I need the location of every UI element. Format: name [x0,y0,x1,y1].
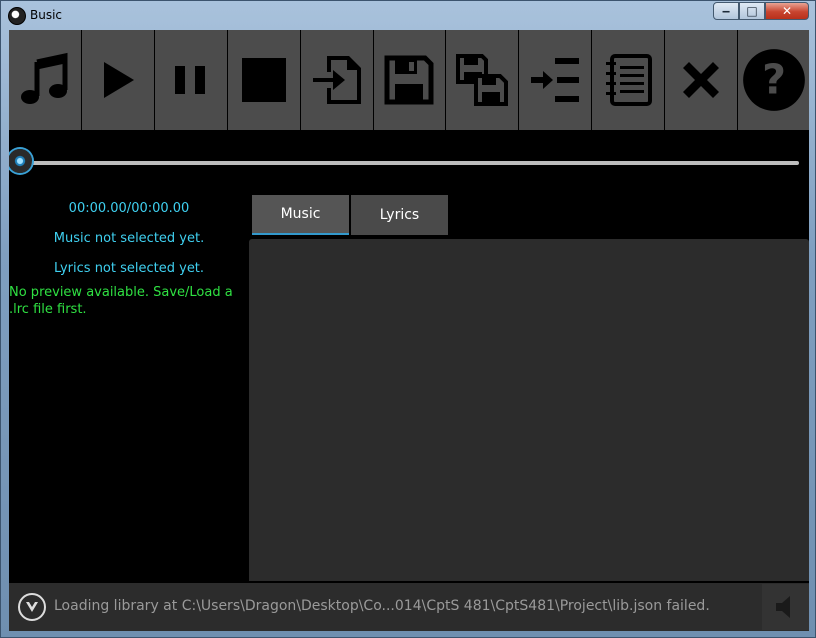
play-button[interactable] [81,30,154,130]
seek-knob[interactable] [9,149,32,173]
seek-bar[interactable] [19,161,799,165]
lyrics-editor-button[interactable] [592,30,665,130]
save-as-button[interactable] [446,30,519,130]
music-status: Music not selected yet. [53,231,205,246]
save-icon [384,55,434,105]
save-button[interactable] [373,30,446,130]
app-logo-icon[interactable] [8,7,26,25]
pause-button[interactable] [154,30,227,130]
time-display: 00:00.00/00:00.00 [68,201,190,216]
minimize-button[interactable]: ‒ [713,2,739,20]
insert-line-icon [531,58,580,102]
pause-icon [174,66,205,94]
svg-text:?: ? [762,56,786,104]
toolbar: ? [9,30,809,130]
close-icon [683,62,720,98]
save-as-icon [456,54,509,106]
load-button[interactable] [300,30,373,130]
tab-bar: Music Lyrics [252,195,450,235]
delete-button[interactable] [665,30,738,130]
window-title: Busic [30,8,63,22]
play-icon [103,62,134,98]
stop-icon [241,58,286,102]
open-music-button[interactable] [9,30,81,130]
import-file-icon [312,56,361,104]
window-controls: ‒ □ ✕ [713,2,809,22]
help-button[interactable]: ? [738,30,809,130]
maximize-button[interactable]: □ [739,2,765,20]
tab-content[interactable] [249,239,809,581]
close-window-button[interactable]: ✕ [765,2,809,20]
status-message: Loading library at C:\Users\Dragon\Deskt… [54,598,710,614]
notebook-icon [606,54,653,106]
client-area: ? 00:00.00/00:00.00 Music not selected y… [9,30,809,631]
status-bar: Loading library at C:\Users\Dragon\Deskt… [9,583,809,631]
lyrics-status: Lyrics not selected yet. [53,261,205,276]
stop-button[interactable] [227,30,300,130]
app-window: Busic ‒ □ ✕ ? 00:00.00/00:00.00 Music no… [0,0,816,638]
insert-line-button[interactable] [519,30,592,130]
help-icon: ? [742,49,805,111]
speaker-icon [775,596,790,618]
tab-lyrics[interactable]: Lyrics [351,195,448,235]
lyrics-preview: No preview available. Save/Load a .lrc f… [9,285,233,317]
music-note-icon [20,52,68,104]
status-logo-icon [18,593,46,621]
title-bar[interactable]: Busic ‒ □ ✕ [1,1,815,29]
tab-music[interactable]: Music [252,195,349,235]
volume-button[interactable] [762,584,809,630]
